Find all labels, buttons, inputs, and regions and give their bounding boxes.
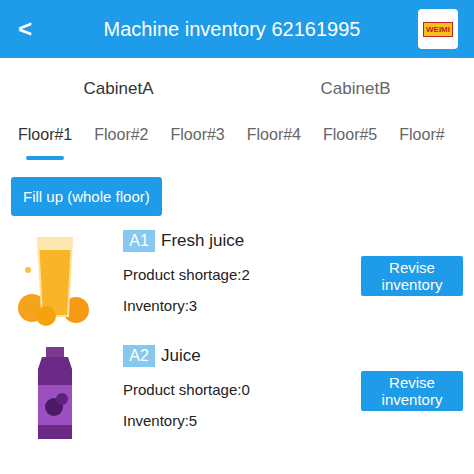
floor-label: Floor#3 [171,126,225,144]
product-row: A2 Juice Product shortage:0 Inventory:5Revi… [0,345,474,460]
inventory-text: Inventory:5 [123,412,361,429]
shortage-text: Product shortage:0 [123,381,361,398]
floor-label: Floor# [399,126,444,144]
header-bar: <Machine inventory 62161995 WEIMI [0,0,474,58]
name-row: A1 Fresh juice [123,230,361,252]
product-image [16,345,94,441]
logo: WEIMI [418,9,458,49]
slot-badge: A1 [123,230,155,252]
product-image [16,230,94,326]
back-button[interactable]: < [18,15,46,43]
floor-tab[interactable]: Floor#2 [94,126,148,164]
logo-text: WEIMI [423,22,453,37]
fill-up-button[interactable]: Fill up (whole floor) [11,177,162,216]
page-title: Machine inventory 62161995 [46,18,418,41]
product-row: A1 Fresh juice Product shortage:2 Inventory… [0,230,474,345]
cabinet-tab[interactable]: CabinetA [0,73,237,99]
cabinet-tabs: CabinetACabinetB [0,58,474,114]
floor-tab[interactable]: Floor#3 [171,126,225,164]
floor-tab[interactable]: Floor#1 [18,126,72,164]
product-name: Fresh juice [161,231,244,251]
product-name: Juice [161,346,201,366]
inventory-text: Inventory:3 [123,297,361,314]
product-info: A1 Fresh juice Product shortage:2 Inventory… [94,230,361,314]
floor-label: Floor#5 [323,126,377,144]
shortage-text: Product shortage:2 [123,266,361,283]
floor-tabs: Floor#1 Floor#2 Floor#3 Floor#4 Floor#5 Floor… [0,114,474,164]
floor-label: Floor#2 [94,126,148,144]
revise-inventory-button[interactable]: Revise inventory [361,371,463,411]
name-row: A2 Juice [123,345,361,367]
floor-tab[interactable]: Floor#5 [323,126,377,164]
tab-underline [26,156,64,160]
product-info: A2 Juice Product shortage:0 Inventory:5 [94,345,361,429]
floor-label: Floor#4 [247,126,301,144]
floor-label: Floor#1 [18,126,72,144]
fill-area: Fill up (whole floor) [0,164,474,230]
cabinet-tab[interactable]: CabinetB [237,73,474,99]
floor-tab[interactable]: Floor# [399,126,444,164]
slot-badge: A2 [123,345,155,367]
floor-tab[interactable]: Floor#4 [247,126,301,164]
revise-inventory-button[interactable]: Revise inventory [361,256,463,296]
